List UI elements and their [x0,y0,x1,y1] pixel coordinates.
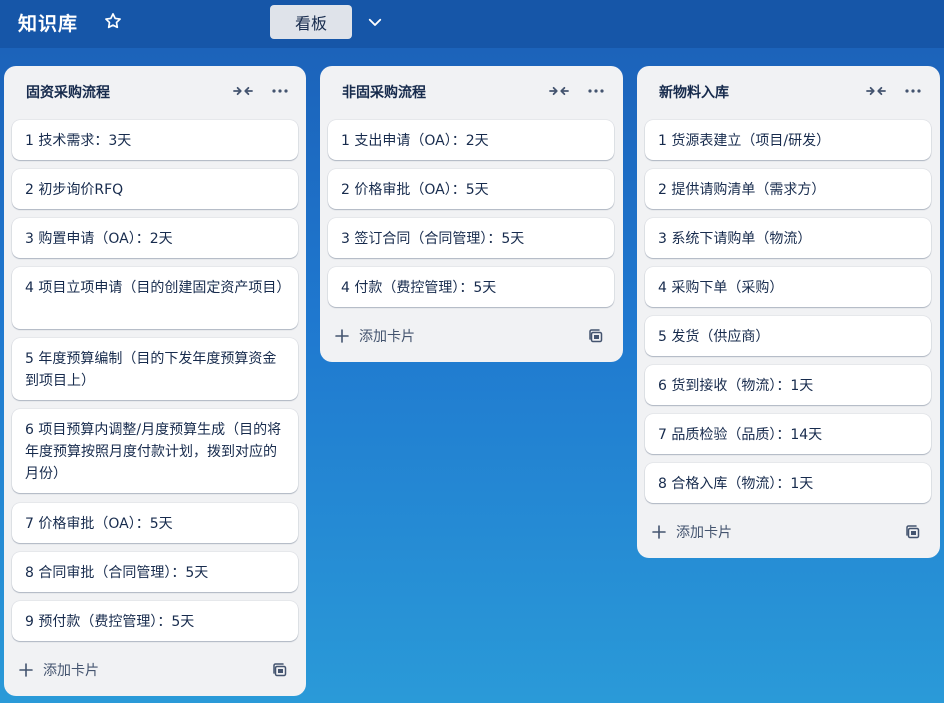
card-text: 3 系统下请购单（物流） [658,231,812,247]
add-card-label: 添加卡片 [676,525,732,541]
plus-icon [19,663,33,677]
card[interactable]: 3 购置申请（OA）：2天 [12,218,298,258]
card-text: 5 年度预算编制（目的下发年度预算资金到项目上） [25,351,277,389]
card-text: 7 价格审批（OA）：5天 [25,516,173,532]
card[interactable]: 3 签订合同（合同管理）：5天 [328,218,614,258]
add-card-label: 添加卡片 [359,329,415,345]
card[interactable]: 6 项目预算内调整/月度预算生成（目的将年度预算按照月度付款计划，拨到对应的月份… [12,409,298,493]
list-new-material-intake: 新物料入库 1 货源表建立（项目/研发） 2 提供请购清单（需求方） 3 系统下… [637,66,940,558]
card-text: 9 预付款（费控管理）：5天 [25,614,195,630]
card-text: 1 支出申请（OA）：2天 [341,133,489,149]
add-card-button[interactable]: 添加卡片 [12,654,252,686]
card-text: 8 合格入库（物流）：1天 [658,476,814,492]
card-text: 1 货源表建立（项目/研发） [658,133,831,149]
add-card-label: 添加卡片 [43,663,99,679]
template-icon[interactable] [272,662,288,678]
chevron-down-icon[interactable] [366,13,384,31]
card[interactable]: 1 技术需求：3天 [12,120,298,160]
template-icon[interactable] [905,524,921,540]
card[interactable]: 2 初步询价RFQ [12,169,298,209]
card-text: 1 技术需求：3天 [25,133,132,149]
card[interactable]: 7 品质检验（品质）：14天 [645,414,931,454]
card-text: 4 采购下单（采购） [658,280,784,296]
collapse-arrows-icon[interactable] [548,82,570,100]
card[interactable]: 5 发货（供应商） [645,316,931,356]
list-title[interactable]: 非固采购流程 [342,82,426,102]
template-icon[interactable] [588,328,604,344]
card-text: 2 提供请购清单（需求方） [658,182,826,198]
list-fixed-asset-procurement: 固资采购流程 1 技术需求：3天 2 初步询价RFQ 3 购置申请（OA）：2天… [4,66,306,696]
card-text: 4 项目立项申请（目的创建固定资产项目） [25,280,291,296]
card-text: 5 发货（供应商） [658,329,770,345]
list-non-fixed-procurement: 非固采购流程 1 支出申请（OA）：2天 2 价格审批（OA）：5天 3 签订合… [320,66,623,362]
plus-icon [335,329,349,343]
card[interactable]: 7 价格审批（OA）：5天 [12,503,298,543]
more-dots-icon[interactable] [903,82,923,100]
board-header: 知识库 看板 [0,0,944,48]
board-title[interactable]: 知识库 [18,9,78,36]
list-header: 非固采购流程 [320,66,623,116]
card-text: 3 购置申请（OA）：2天 [25,231,173,247]
card[interactable]: 3 系统下请购单（物流） [645,218,931,258]
card-text: 8 合同审批（合同管理）：5天 [25,565,209,581]
card-text: 7 品质检验（品质）：14天 [658,427,823,443]
card[interactable]: 8 合同审批（合同管理）：5天 [12,552,298,592]
more-dots-icon[interactable] [270,82,290,100]
card[interactable]: 4 采购下单（采购） [645,267,931,307]
view-board-button[interactable]: 看板 [270,5,352,39]
collapse-arrows-icon[interactable] [865,82,887,100]
collapse-arrows-icon[interactable] [232,82,254,100]
list-header: 新物料入库 [637,66,940,116]
card[interactable]: 2 提供请购清单（需求方） [645,169,931,209]
list-title[interactable]: 新物料入库 [659,82,729,102]
card[interactable]: 6 货到接收（物流）：1天 [645,365,931,405]
add-card-button[interactable]: 添加卡片 [645,516,885,548]
card[interactable]: 1 支出申请（OA）：2天 [328,120,614,160]
list-header: 固资采购流程 [4,66,306,116]
card[interactable]: 5 年度预算编制（目的下发年度预算资金到项目上） [12,338,298,400]
card[interactable]: 8 合格入库（物流）：1天 [645,463,931,503]
list-title[interactable]: 固资采购流程 [26,82,110,102]
card[interactable]: 1 货源表建立（项目/研发） [645,120,931,160]
card-text: 2 初步询价RFQ [25,182,124,198]
card[interactable]: 2 价格审批（OA）：5天 [328,169,614,209]
card-text: 2 价格审批（OA）：5天 [341,182,489,198]
more-dots-icon[interactable] [586,82,606,100]
add-card-button[interactable]: 添加卡片 [328,320,568,352]
card[interactable]: 4 项目立项申请（目的创建固定资产项目） [12,267,298,329]
card[interactable]: 4 付款（费控管理）：5天 [328,267,614,307]
plus-icon [652,525,666,539]
star-icon[interactable] [103,11,123,31]
card-text: 6 项目预算内调整/月度预算生成（目的将年度预算按照月度付款计划，拨到对应的月份… [25,422,282,482]
card-text: 3 签订合同（合同管理）：5天 [341,231,525,247]
card-text: 6 货到接收（物流）：1天 [658,378,814,394]
card[interactable]: 9 预付款（费控管理）：5天 [12,601,298,641]
card-text: 4 付款（费控管理）：5天 [341,280,497,296]
